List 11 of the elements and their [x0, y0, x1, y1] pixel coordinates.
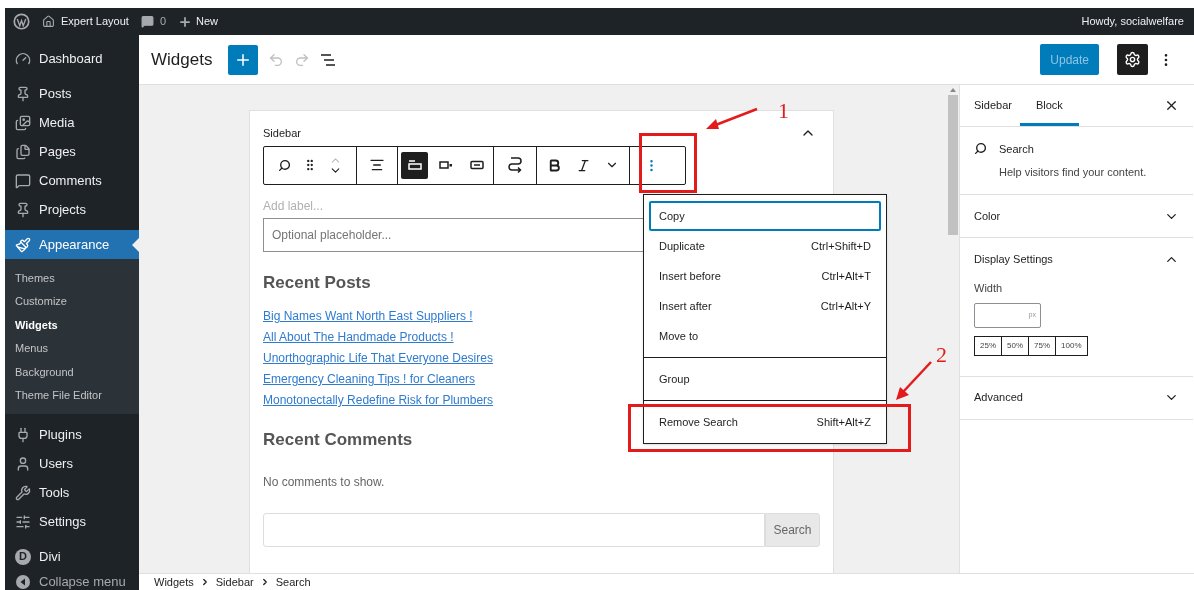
block-name: Search [999, 142, 1035, 157]
page-title: Widgets [151, 48, 213, 71]
width-label: Width [974, 281, 1004, 296]
block-description: Help visitors find your content. [999, 164, 1147, 180]
logo-badge: D [15, 548, 31, 565]
annotation-number: 2 [936, 341, 947, 369]
section-heading: Recent Comments [263, 429, 413, 451]
widget-area-title: Sidebar [263, 126, 301, 141]
empty-comments-text: No comments to show. [263, 473, 386, 491]
annotation-number: 1 [778, 97, 789, 125]
section-heading: Recent Posts [263, 271, 371, 294]
